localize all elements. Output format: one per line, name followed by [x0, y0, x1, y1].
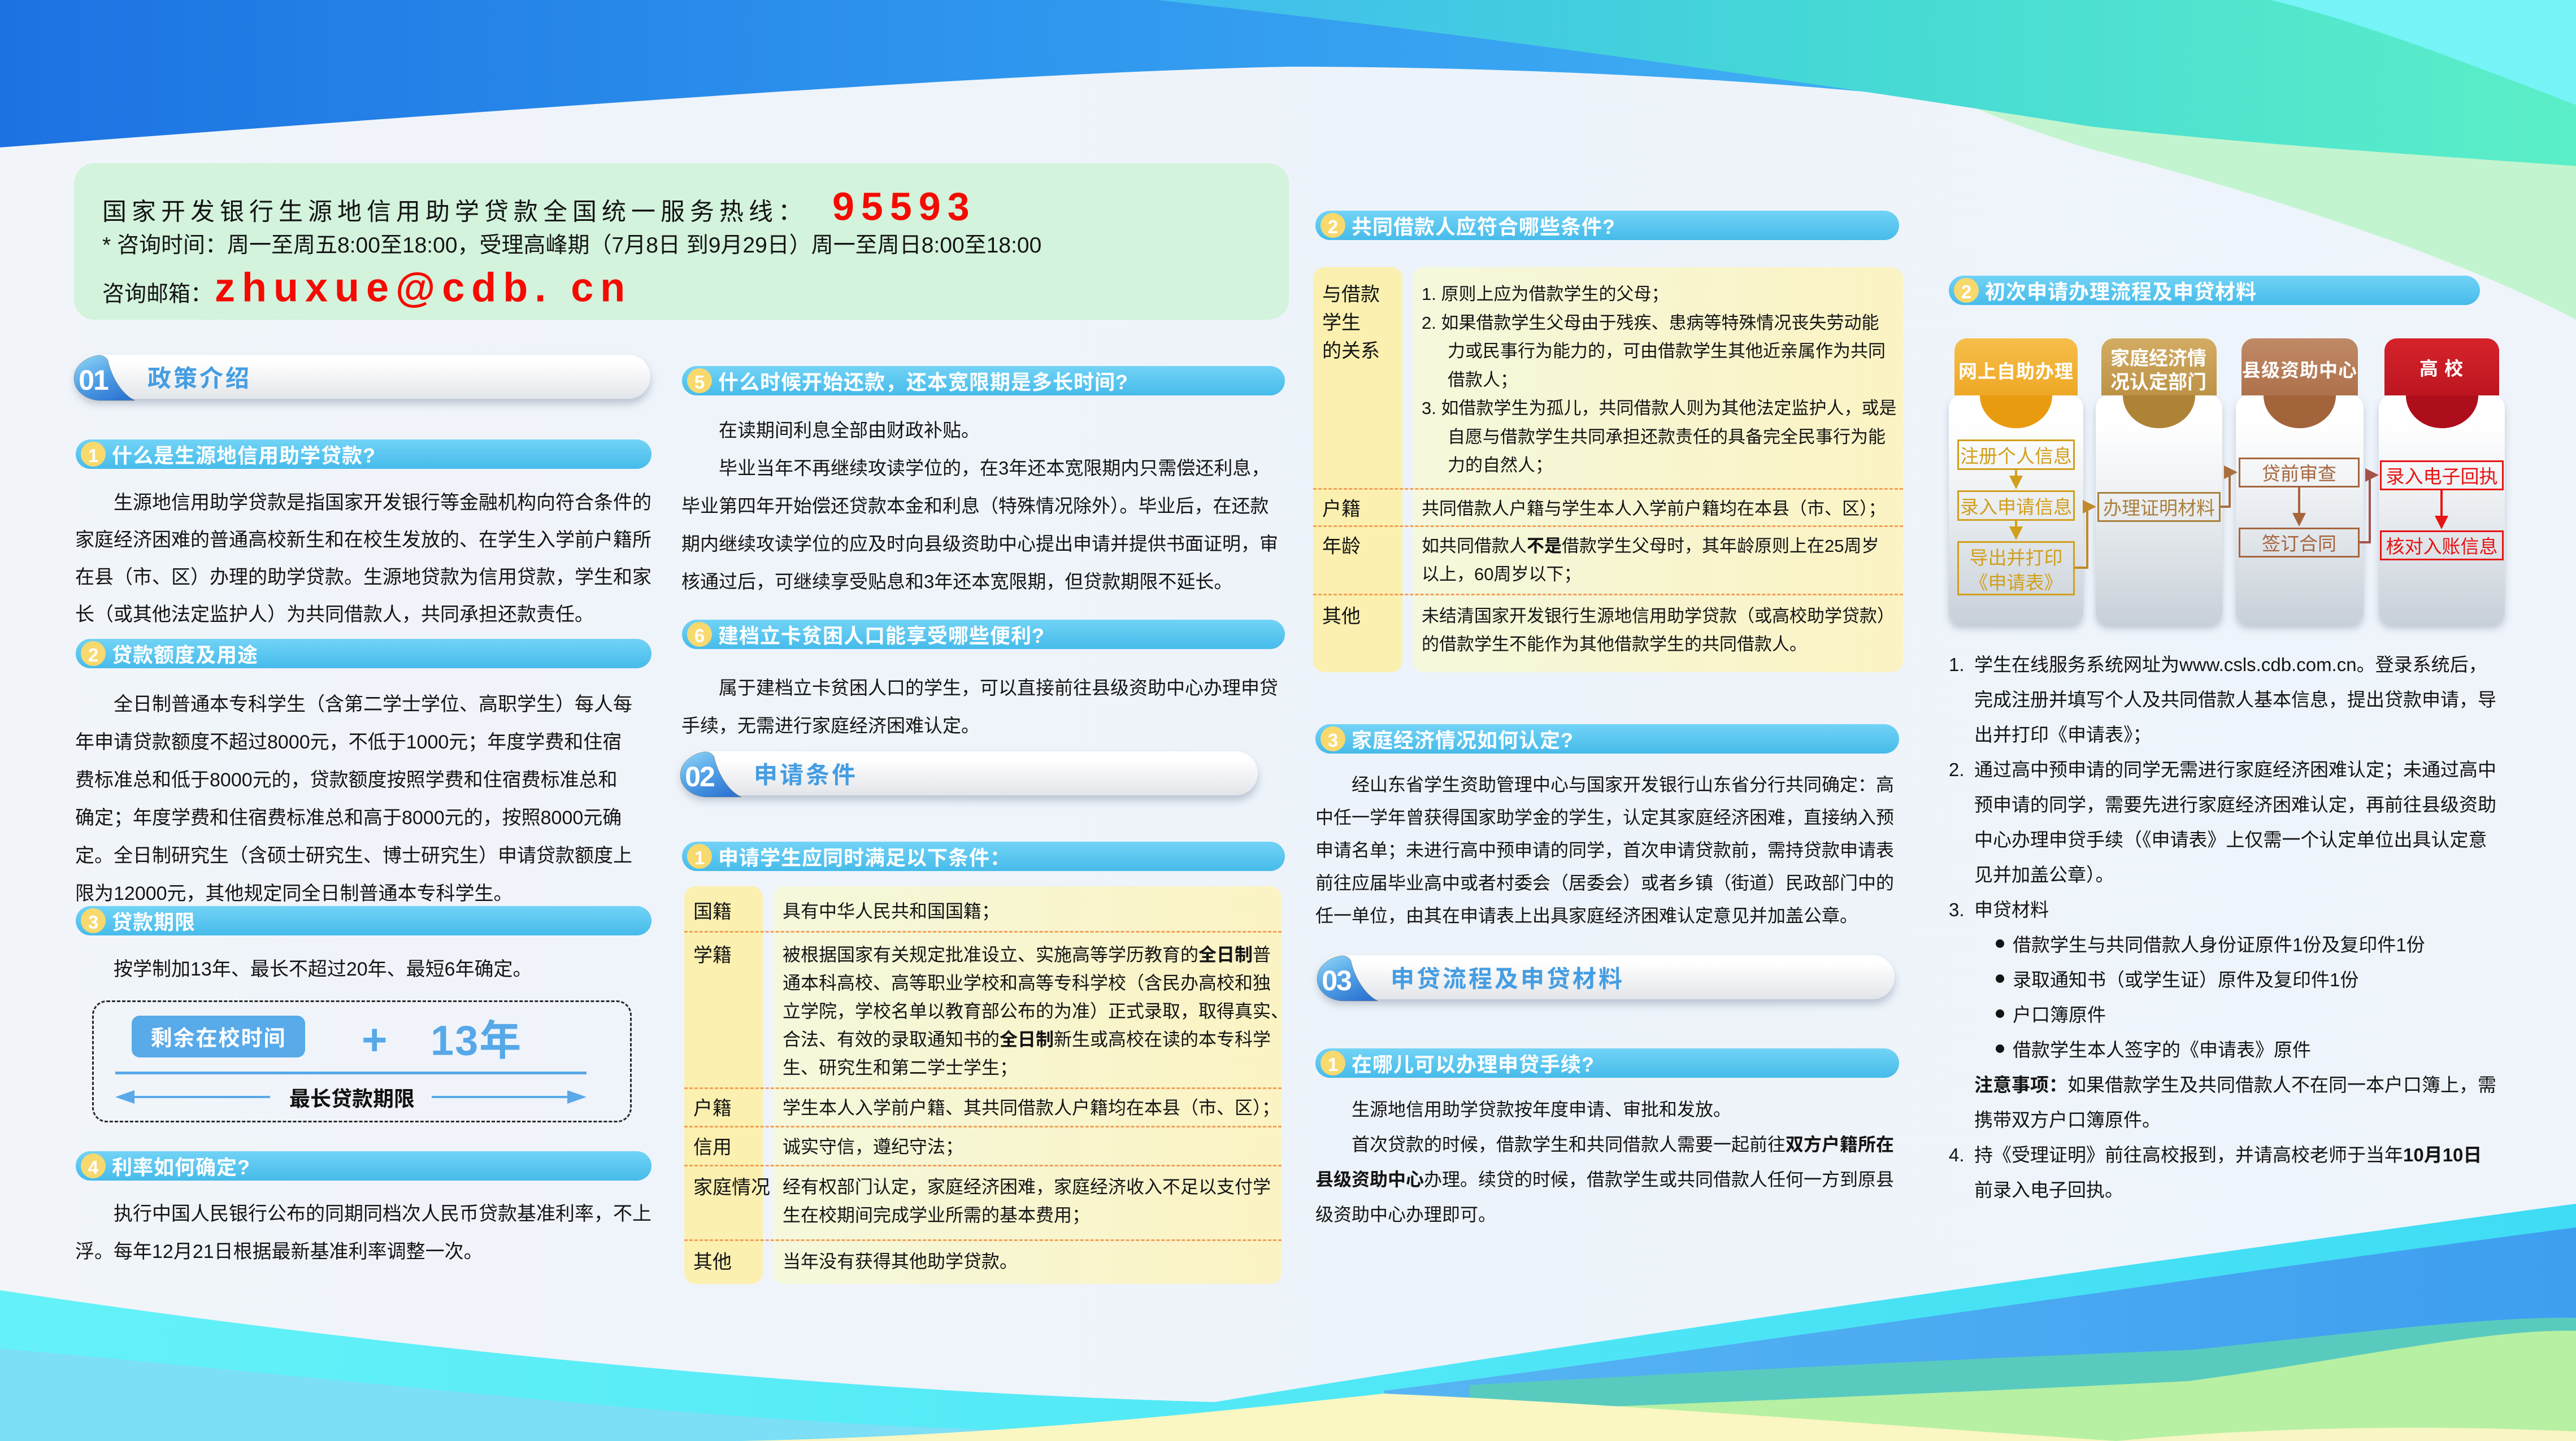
svg-text:01: 01	[79, 364, 108, 396]
svg-text:02: 02	[685, 761, 714, 793]
svg-text:03: 03	[1322, 965, 1351, 996]
